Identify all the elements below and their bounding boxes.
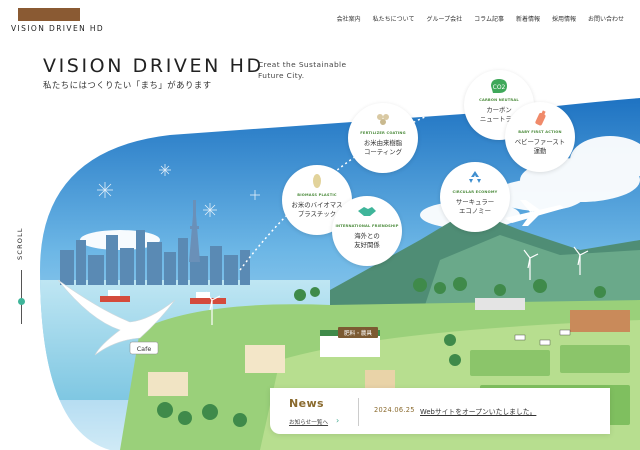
news-title: News	[289, 397, 324, 410]
bubble-fertilizer-coating[interactable]: FERTILIZER COATING お米由来樹脂 コーティング	[348, 103, 418, 173]
bubble-en: BABY FIRST ACTION	[518, 130, 562, 134]
news-list-link[interactable]: お知らせ一覧へ	[289, 418, 328, 426]
nav-recruit[interactable]: 採用情報	[552, 14, 576, 23]
news-item-link[interactable]: Webサイトをオープンいたしました。	[420, 406, 536, 416]
nav-group[interactable]: グループ会社	[426, 14, 462, 23]
svg-text:CO2: CO2	[493, 84, 506, 91]
bubble-jp: ベビーファースト 運動	[514, 138, 566, 155]
bubble-baby-first[interactable]: BABY FIRST ACTION ベビーファースト 運動	[505, 102, 575, 172]
bubble-jp: サーキュラー エコノミー	[455, 198, 495, 215]
bubble-circular-economy[interactable]: CIRCULAR ECONOMY サーキュラー エコノミー	[440, 162, 510, 232]
hero-subtitle: 私たちにはつくりたい「まち」があります	[43, 80, 212, 90]
scroll-line	[21, 270, 22, 324]
baby-bottle-icon	[531, 109, 549, 131]
farm-sign: 肥料・農具	[344, 329, 372, 337]
scroll-dot	[18, 298, 25, 305]
news-date: 2024.06.25	[374, 406, 415, 414]
scroll-indicator[interactable]: SCROLL	[14, 227, 28, 328]
bubble-en: CIRCULAR ECONOMY	[452, 190, 498, 194]
chevron-right-icon[interactable]: ›	[336, 416, 339, 425]
logo-text[interactable]: VISION DRIVEN HD	[11, 24, 104, 33]
cafe-sign: Cafe	[137, 345, 152, 353]
scroll-label: SCROLL	[16, 227, 24, 260]
co2-icon: CO2	[489, 77, 509, 99]
bubble-en: BIOMASS PLASTIC	[297, 193, 337, 197]
nav-contact[interactable]: お問い合わせ	[588, 14, 624, 23]
bubble-en: CARBON NEUTRAL	[479, 98, 519, 102]
bubble-jp: お米由来樹脂 コーティング	[363, 139, 403, 156]
hero-tagline: Creat the Sustainable Future City.	[258, 60, 347, 80]
recycle-icon	[465, 169, 485, 191]
nav-company[interactable]: 会社案内	[337, 14, 361, 23]
nav-column[interactable]: コラム記事	[474, 14, 504, 23]
bubble-jp: 海外との 友好関係	[354, 232, 380, 249]
logo-mark[interactable]	[18, 8, 80, 21]
news-panel: News お知らせ一覧へ › 2024.06.25 Webサイトをオープンいたし…	[270, 388, 610, 434]
global-nav: 会社案内 私たちについて グループ会社 コラム記事 新着情報 採用情報 お問い合…	[337, 14, 624, 23]
rice-icon	[374, 110, 392, 132]
bubble-international-friendship[interactable]: INTERNATIONAL FRIENDSHIP 海外との 友好関係	[332, 196, 402, 266]
nav-about[interactable]: 私たちについて	[373, 14, 415, 23]
nav-news[interactable]: 新着情報	[516, 14, 540, 23]
handshake-icon	[356, 203, 378, 223]
news-divider	[358, 398, 359, 426]
hero-title: VISION DRIVEN HD	[43, 55, 264, 77]
bubble-en: FERTILIZER COATING	[360, 131, 406, 135]
rice-grain-icon	[310, 172, 324, 194]
bubble-en: INTERNATIONAL FRIENDSHIP	[335, 224, 399, 228]
